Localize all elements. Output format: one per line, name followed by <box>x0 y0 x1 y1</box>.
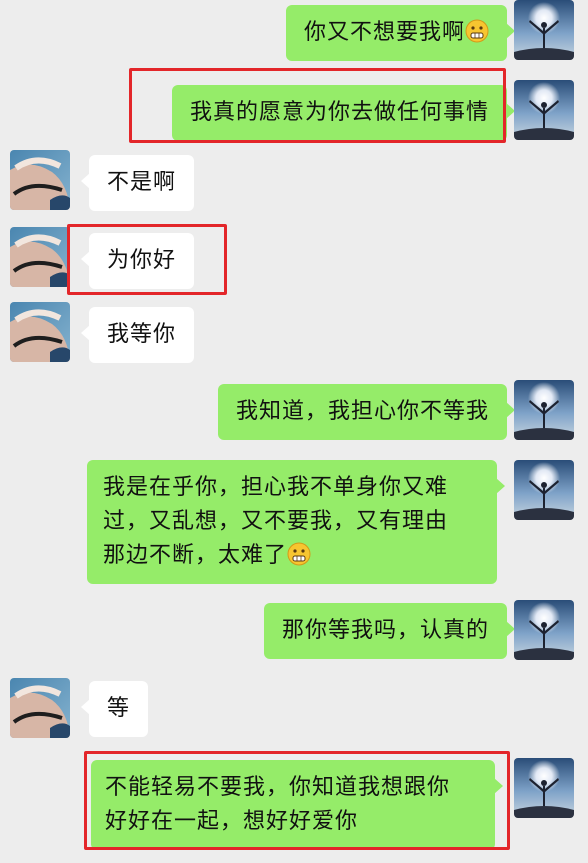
message-text: 我真的愿意为你去做任何事情 <box>189 100 489 125</box>
message-bubble-self[interactable]: 不能轻易不要我，你知道我想跟你 好好在一起，想好好爱你 <box>91 760 503 850</box>
message-line: 我是在乎你，担心我不单身你又难 <box>103 475 449 500</box>
message-line: 好好在一起，想好好爱你 <box>105 809 359 834</box>
contact-avatar[interactable] <box>10 227 70 287</box>
message-line: 过，又乱想，又不要我，又有理由 <box>103 509 449 534</box>
message-bubble-other[interactable]: 我等你 <box>80 307 195 363</box>
message-text: 你又不想要我啊 <box>303 20 465 45</box>
message-line: 不能轻易不要我，你知道我想跟你 <box>105 775 451 800</box>
self-avatar[interactable] <box>514 0 574 60</box>
grimace-emoji-icon <box>465 19 489 43</box>
message-bubble-self[interactable]: 我是在乎你，担心我不单身你又难 过，又乱想，又不要我，又有理由 那边不断，太难了 <box>87 460 505 584</box>
contact-avatar[interactable] <box>10 150 70 210</box>
grimace-emoji-icon <box>287 542 311 566</box>
message-bubble-self[interactable]: 你又不想要我啊 <box>285 5 516 61</box>
message-line: 那边不断，太难了 <box>103 543 288 568</box>
message-text: 不是啊 <box>107 170 177 195</box>
chat-area: 你又不想要我啊 我真的愿意为你去做任何事情 不是啊 为你好 我等你 我知道，我担… <box>0 0 588 863</box>
self-avatar[interactable] <box>514 80 574 140</box>
self-avatar[interactable] <box>514 600 574 660</box>
message-bubble-self[interactable]: 我真的愿意为你去做任何事情 <box>171 85 516 141</box>
self-avatar[interactable] <box>514 758 574 818</box>
self-avatar[interactable] <box>514 380 574 440</box>
message-bubble-self[interactable]: 那你等我吗，认真的 <box>263 603 516 659</box>
self-avatar[interactable] <box>514 460 574 520</box>
message-text: 为你好 <box>107 248 177 273</box>
message-bubble-self[interactable]: 我知道，我担心你不等我 <box>217 384 516 440</box>
message-text: 我知道，我担心你不等我 <box>235 399 489 424</box>
contact-avatar[interactable] <box>10 302 70 362</box>
message-bubble-other[interactable]: 等 <box>80 681 149 737</box>
message-text: 那你等我吗，认真的 <box>281 618 489 643</box>
message-text: 我等你 <box>107 322 177 347</box>
message-bubble-other[interactable]: 为你好 <box>80 233 195 289</box>
message-text: 等 <box>107 696 131 721</box>
message-bubble-other[interactable]: 不是啊 <box>80 155 195 211</box>
contact-avatar[interactable] <box>10 678 70 738</box>
